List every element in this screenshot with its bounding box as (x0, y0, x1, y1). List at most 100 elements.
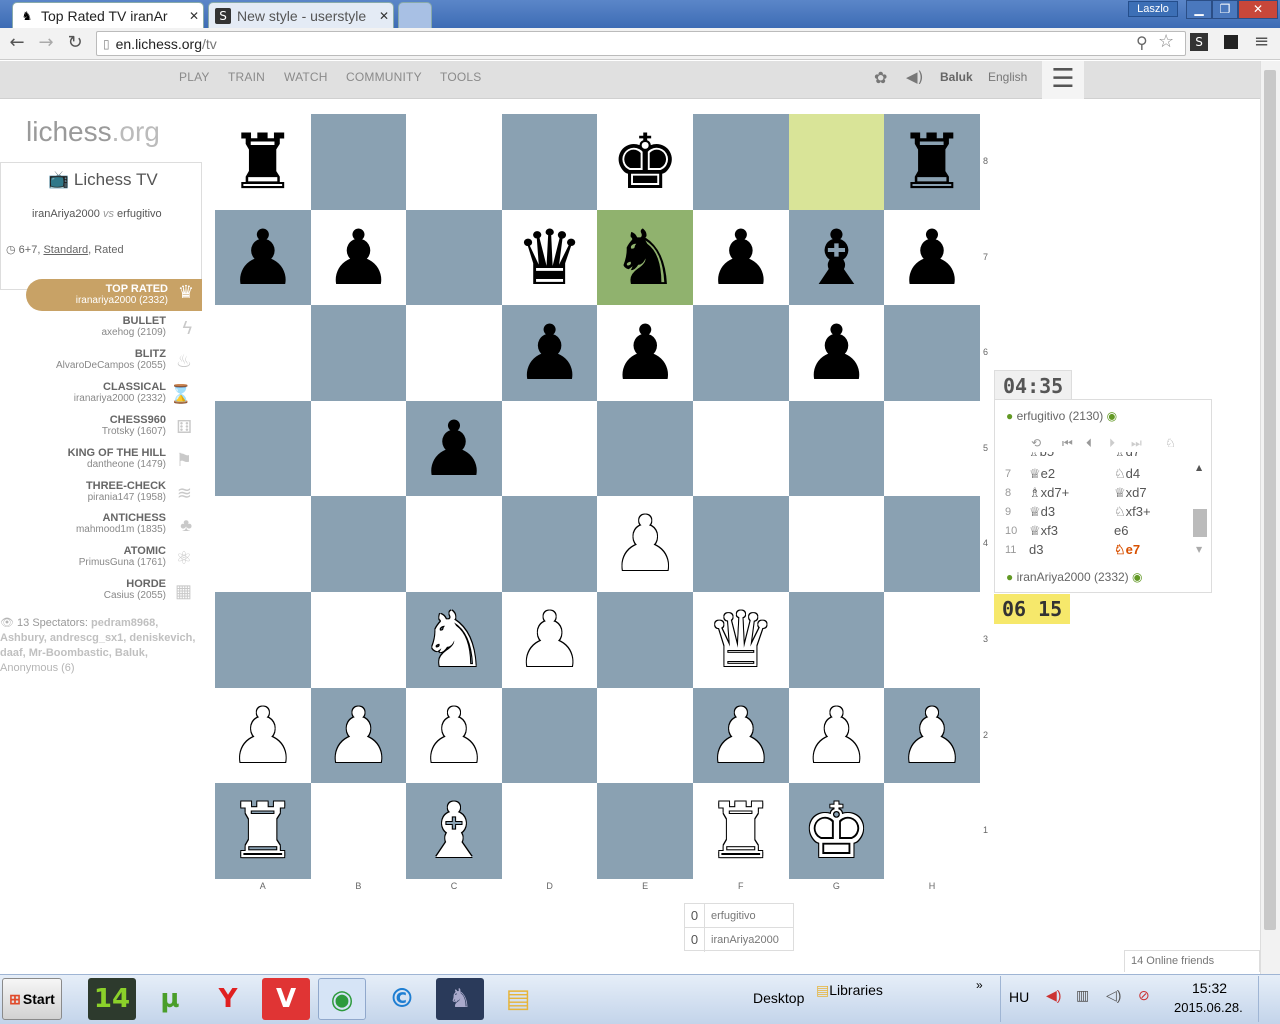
close-icon[interactable]: ✕ (375, 9, 393, 23)
score-name[interactable]: erfugitivo (705, 904, 756, 927)
square-h4[interactable] (884, 496, 980, 592)
square-d5[interactable] (501, 400, 598, 497)
clock-time[interactable]: 15:32 (1192, 980, 1227, 996)
square-a4[interactable] (215, 496, 311, 592)
scrollbar-thumb[interactable] (1264, 70, 1276, 930)
username-link[interactable]: Baluk (940, 70, 973, 84)
square-f8[interactable] (693, 114, 789, 210)
show-desktop-button[interactable] (1258, 976, 1278, 1022)
square-b4[interactable] (310, 496, 407, 592)
nav-train[interactable]: TRAIN (228, 70, 265, 84)
tv-channel-three-check[interactable]: THREE-CHECK pirania147 (1958) ≋ (0, 480, 200, 510)
variant-link[interactable]: Standard (43, 244, 88, 256)
clock-date[interactable]: 2015.06.28. (1174, 1000, 1243, 1015)
square-g5[interactable] (788, 400, 885, 497)
new-tab-button[interactable] (398, 2, 432, 28)
moves-scroll-thumb[interactable] (1193, 509, 1207, 537)
white-pawn-icon[interactable]: ♟ (693, 688, 789, 784)
bottom-player[interactable]: ● iranAriya2000 (2332) ◉ (1006, 570, 1143, 584)
vivaldi-icon[interactable]: V (262, 978, 310, 1020)
tv-channel-top-rated[interactable]: TOP RATED iranariya2000 (2332) ♛ (26, 279, 202, 311)
black-pawn-icon[interactable]: ♟ (597, 305, 693, 401)
nav-community[interactable]: COMMUNITY (346, 70, 422, 84)
black-player-link[interactable]: erfugitivo (117, 208, 162, 220)
nav-play[interactable]: PLAY (179, 70, 210, 84)
bookmark-star-icon[interactable]: ☆ (1158, 31, 1174, 52)
square-g4[interactable] (788, 496, 885, 592)
libraries-toolbar[interactable]: ▤Libraries (816, 982, 883, 999)
square-e1[interactable] (597, 783, 693, 879)
forward-icon[interactable]: → (35, 32, 57, 54)
square-h6[interactable] (884, 305, 980, 401)
tv-title[interactable]: 📺 Lichess TV (48, 170, 158, 190)
square-c8[interactable] (406, 114, 502, 210)
square-g3[interactable] (788, 592, 885, 688)
white-pawn-icon[interactable]: ♟ (597, 496, 693, 592)
scroll-down-icon[interactable]: ▼ (1196, 545, 1202, 554)
prev-move-icon[interactable]: ⏴ (1086, 436, 1092, 451)
extension-icon[interactable] (1224, 35, 1238, 49)
square-f4[interactable] (693, 496, 789, 592)
tv-channel-atomic[interactable]: ATOMIC PrimusGuna (1761) ⚛ (0, 545, 200, 575)
toolbar-chevron-icon[interactable]: » (976, 978, 983, 992)
back-icon[interactable]: ← (6, 32, 28, 54)
zoom-icon[interactable]: ⚲ (1136, 33, 1148, 52)
partial-black-move[interactable]: ♗d7 (1114, 452, 1140, 460)
square-c7[interactable] (406, 209, 502, 306)
white-move[interactable]: ♕e2 (1029, 466, 1055, 482)
black-knight-icon[interactable]: ♞ (597, 210, 693, 306)
square-a3[interactable] (215, 592, 311, 688)
scroll-up-icon[interactable]: ▲ (1196, 463, 1202, 472)
menu-icon[interactable]: ≡ (1254, 31, 1269, 52)
notification-icon[interactable]: ⊘ (1138, 987, 1150, 1004)
browser-tab[interactable]: S New style - userstyle ✕ (208, 2, 394, 28)
square-f5[interactable] (693, 400, 789, 497)
white-pawn-icon[interactable]: ♟ (406, 688, 502, 784)
square-b1[interactable] (310, 783, 407, 879)
minimize-icon[interactable]: ▁ (1186, 0, 1212, 19)
white-pawn-icon[interactable]: ♟ (311, 688, 407, 784)
square-d8[interactable] (501, 114, 598, 210)
black-rook-icon[interactable]: ♜ (215, 114, 311, 210)
square-g8[interactable] (788, 114, 885, 210)
white-pawn-icon[interactable]: ♟ (502, 592, 598, 688)
tv-channel-king-of-the-hill[interactable]: KING OF THE HILL dantheone (1479) ⚑ (0, 447, 200, 477)
score-name[interactable]: iranAriya2000 (705, 928, 779, 952)
app-c-icon[interactable]: © (378, 978, 426, 1020)
browser-tab-active[interactable]: ♞ Top Rated TV iranAr ✕ (12, 2, 204, 28)
black-bishop-icon[interactable]: ♝ (789, 210, 885, 306)
square-f6[interactable] (693, 305, 789, 401)
top-player[interactable]: ● erfugitivo (2130) ◉ (1006, 409, 1117, 423)
white-pawn-icon[interactable]: ♟ (215, 688, 311, 784)
nav-tools[interactable]: TOOLS (440, 70, 481, 84)
language-link[interactable]: English (988, 70, 1027, 84)
tv-channel-bullet[interactable]: BULLET axehog (2109) ϟ (0, 315, 200, 345)
tv-channel-horde[interactable]: HORDE Casius (2055) ▦ (0, 578, 200, 608)
white-pawn-icon[interactable]: ♟ (789, 688, 885, 784)
square-b6[interactable] (310, 305, 407, 401)
square-e5[interactable] (597, 400, 693, 497)
utorrent-icon[interactable]: µ (146, 978, 194, 1020)
chessboard[interactable]: ♜ ♚ ♜ ♟ ♟ ♛ ♞ ♟ ♝ ♟ ♟ ♟ ♟ ♟ ♟ ♞ ♟ ♛ ♟ ♟ ♟ ♟ ♟ ♟ ♜ ♝ ♜ ♚ (215, 114, 980, 879)
square-b3[interactable] (310, 592, 407, 688)
start-button[interactable]: ⊞ Start (2, 978, 62, 1020)
black-move[interactable]: ♘e7 (1114, 542, 1140, 558)
square-c6[interactable] (406, 305, 502, 401)
reload-icon[interactable]: ↻ (64, 32, 86, 54)
black-queen-icon[interactable]: ♛ (502, 210, 598, 306)
square-e2[interactable] (597, 687, 693, 784)
volume-icon[interactable]: ◀) (1046, 987, 1061, 1004)
black-pawn-icon[interactable]: ♟ (789, 305, 885, 401)
white-knight-icon[interactable]: ♞ (406, 592, 502, 688)
flip-board-icon[interactable]: ⟲ (1031, 436, 1041, 450)
white-player-link[interactable]: iranAriya2000 (32, 208, 100, 220)
last-move-icon[interactable]: ⏭ (1131, 436, 1142, 451)
black-pawn-icon[interactable]: ♟ (502, 305, 598, 401)
sound-icon[interactable]: ◀) (906, 68, 923, 86)
lichess-logo[interactable]: lichess.org (26, 116, 160, 148)
square-h1[interactable] (884, 783, 980, 879)
black-move[interactable]: e6 (1114, 523, 1128, 538)
tv-channel-chess960[interactable]: CHESS960 Trotsky (1607) ⚅ (0, 414, 200, 444)
network-icon[interactable]: ▥ (1076, 987, 1089, 1004)
chess-app-icon[interactable]: ♞ (436, 978, 484, 1020)
